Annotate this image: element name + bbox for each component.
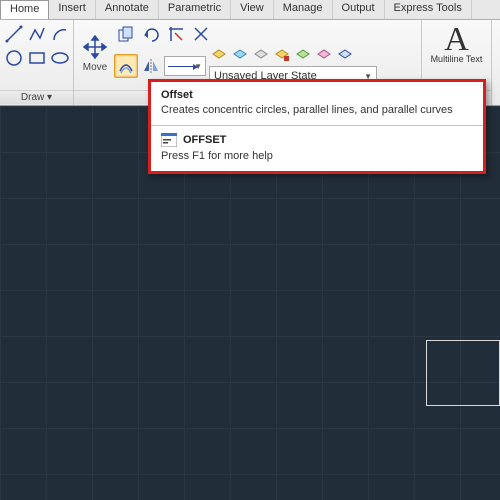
copy-tool[interactable] (114, 22, 138, 46)
tooltip-command: OFFSET (161, 133, 473, 147)
layer-icon (211, 48, 227, 64)
polyline-icon (27, 24, 47, 44)
tab-insert[interactable]: Insert (49, 0, 96, 19)
tab-annotate[interactable]: Annotate (96, 0, 159, 19)
layer-match-icon (295, 48, 311, 64)
panel-draw: Draw ▾ (0, 20, 74, 105)
layer-iso-icon (316, 48, 332, 64)
layer-tool-5[interactable] (293, 46, 313, 66)
linetype-combo[interactable]: ▼ (164, 56, 206, 76)
arc-tool[interactable] (49, 22, 71, 46)
rotate-icon (142, 25, 160, 43)
layer-tool-6[interactable] (314, 46, 334, 66)
layer-lock-icon (274, 48, 290, 64)
move-label: Move (83, 61, 107, 74)
layer-tool-2[interactable] (230, 46, 250, 66)
multiline-text-tool[interactable]: A (444, 26, 469, 54)
offset-tooltip: Offset Creates concentric circles, paral… (148, 79, 486, 174)
tooltip-description: Creates concentric circles, parallel lin… (161, 104, 473, 116)
ellipse-tool[interactable] (49, 46, 71, 70)
copy-icon (117, 25, 135, 43)
circle-tool[interactable] (3, 46, 25, 70)
offset-icon (117, 57, 135, 75)
line-tool[interactable] (3, 22, 25, 46)
tab-home[interactable]: Home (0, 0, 49, 19)
multiline-text-label: Multiline Text (431, 54, 483, 64)
tab-view[interactable]: View (231, 0, 274, 19)
ribbon-tabs: Home Insert Annotate Parametric View Man… (0, 0, 500, 20)
circle-icon (4, 48, 24, 68)
ellipse-icon (50, 48, 70, 68)
trim-icon (167, 25, 185, 43)
rectangle-tool[interactable] (26, 46, 48, 70)
extend-icon (192, 25, 210, 43)
layer-prev-icon (337, 48, 353, 64)
layer-tool-4[interactable] (272, 46, 292, 66)
command-window-icon (161, 133, 177, 147)
layer-freeze-icon (232, 48, 248, 64)
move-icon (83, 35, 107, 59)
selection-rectangle (426, 340, 500, 406)
layer-off-icon (253, 48, 269, 64)
tab-express-tools[interactable]: Express Tools (385, 0, 472, 19)
layer-tool-7[interactable] (335, 46, 355, 66)
layer-tool-1[interactable] (209, 46, 229, 66)
mirror-icon (142, 57, 160, 75)
rotate-tool[interactable] (139, 22, 163, 46)
layer-tool-3[interactable] (251, 46, 271, 66)
tab-manage[interactable]: Manage (274, 0, 333, 19)
trim-tool[interactable] (164, 22, 188, 46)
offset-tool[interactable] (114, 54, 138, 78)
polyline-tool[interactable] (26, 22, 48, 46)
tooltip-title: Offset (161, 89, 473, 101)
move-tool[interactable]: Move (77, 34, 113, 74)
tab-parametric[interactable]: Parametric (159, 0, 231, 19)
extend-tool[interactable] (189, 22, 213, 46)
tooltip-help: Press F1 for more help (161, 150, 473, 162)
panel-draw-title[interactable]: Draw ▾ (0, 90, 73, 104)
dash-line-icon (168, 66, 194, 67)
tab-output[interactable]: Output (333, 0, 385, 19)
arc-icon (50, 24, 70, 44)
line-icon (4, 24, 24, 44)
rectangle-icon (27, 48, 47, 68)
mirror-tool[interactable] (139, 54, 163, 78)
